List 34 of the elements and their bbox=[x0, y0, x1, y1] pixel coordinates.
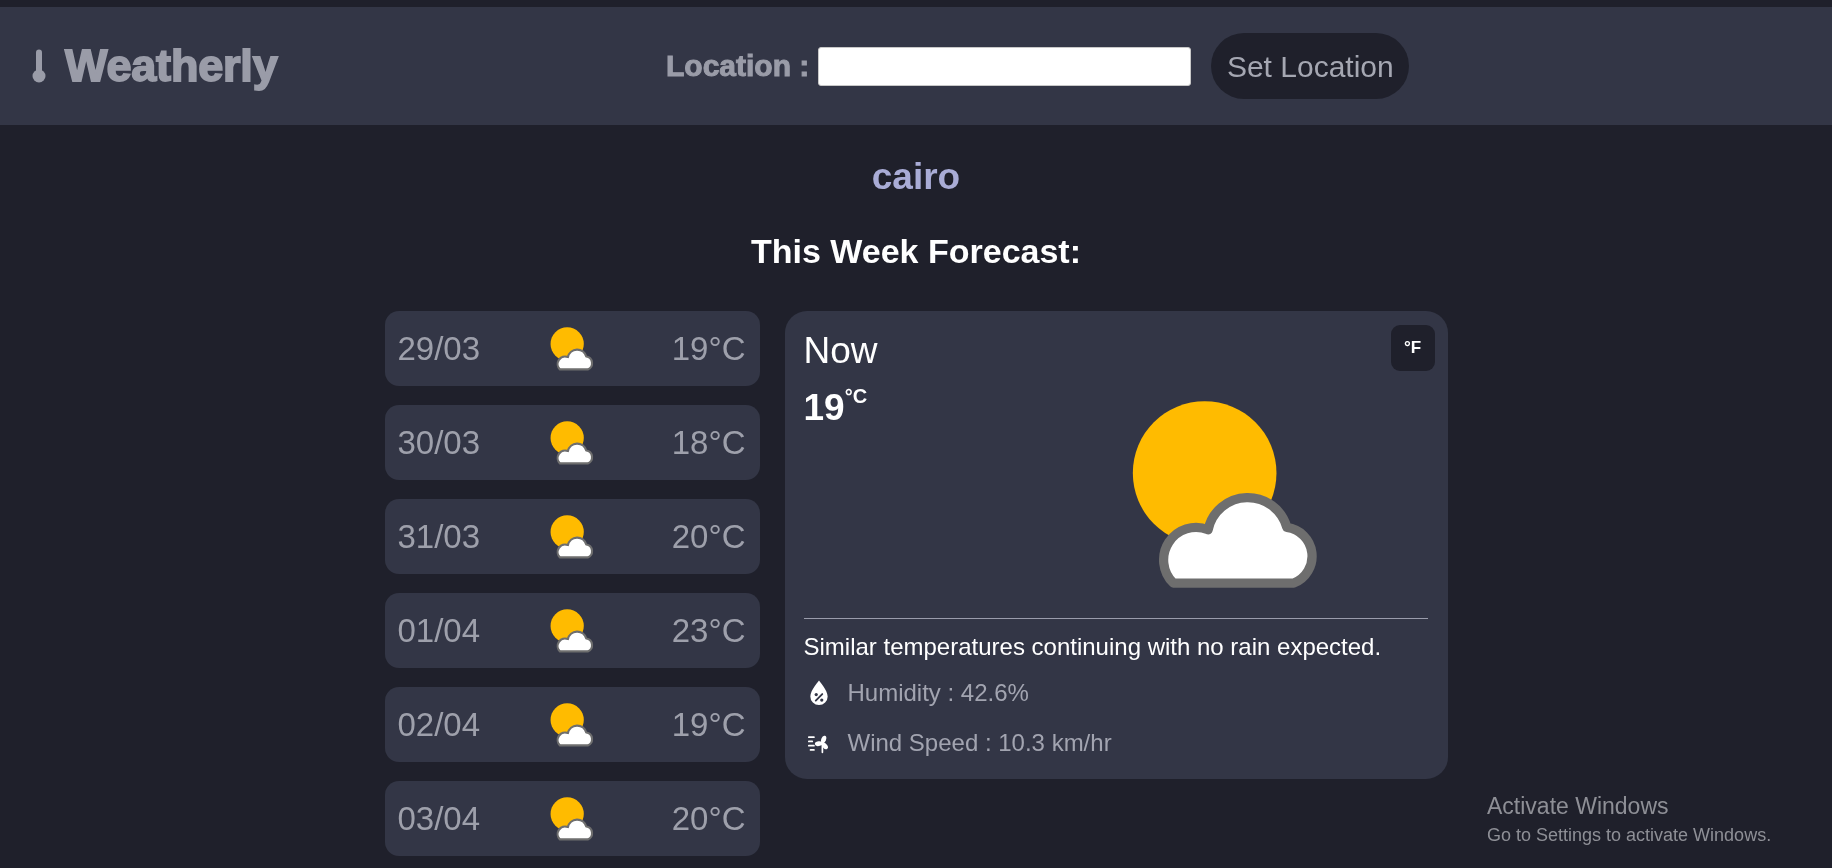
sun-cloud-icon bbox=[549, 702, 594, 747]
day-temperature: 18°C bbox=[670, 422, 746, 463]
forecast-heading: This Week Forecast: bbox=[750, 231, 1081, 273]
sun-cloud-icon bbox=[549, 420, 594, 465]
thermometer-icon bbox=[31, 49, 47, 83]
day-date: 29/03 bbox=[397, 328, 482, 369]
current-temperature: 19$^{°C}$ bbox=[803, 385, 869, 430]
day-temperature: 20°C bbox=[670, 798, 746, 839]
day-date: 02/04 bbox=[397, 704, 482, 745]
day-date: 30/03 bbox=[397, 422, 482, 463]
water-drop-icon bbox=[807, 680, 830, 707]
activation-notice-text: Go to Settings to activate Windows. bbox=[1487, 823, 1772, 847]
day-date: 01/04 bbox=[397, 610, 482, 651]
location-input[interactable] bbox=[818, 46, 1192, 86]
weather-detail-text: Wind Speed : 10.3 km/hr bbox=[847, 728, 1112, 758]
day-temperature: 19°C bbox=[670, 328, 746, 369]
day-date: 31/03 bbox=[397, 516, 482, 557]
sun-cloud-icon bbox=[549, 326, 594, 371]
set-location-button[interactable]: Set Location bbox=[1211, 33, 1410, 99]
app-logo-text: Weatherly bbox=[65, 39, 278, 93]
city-name: cairo bbox=[871, 155, 961, 199]
location-label: Location : bbox=[666, 48, 810, 84]
now-label: Now bbox=[803, 329, 879, 374]
unit-toggle-button[interactable]: °F bbox=[1390, 325, 1435, 372]
sun-cloud-icon bbox=[549, 796, 594, 841]
day-temperature: 23°C bbox=[670, 610, 746, 651]
day-temperature: 19°C bbox=[670, 704, 746, 745]
weather-detail-text: Humidity : 42.6% bbox=[847, 678, 1029, 708]
day-temperature: 20°C bbox=[670, 516, 746, 557]
weather-description: Similar temperatures continuing with no rain expected. bbox=[803, 632, 1383, 663]
day-date: 03/04 bbox=[397, 798, 482, 839]
sun-cloud-icon bbox=[549, 608, 594, 653]
activation-notice-title: Activate Windows bbox=[1487, 792, 1670, 821]
sun-cloud-icon bbox=[549, 514, 594, 559]
